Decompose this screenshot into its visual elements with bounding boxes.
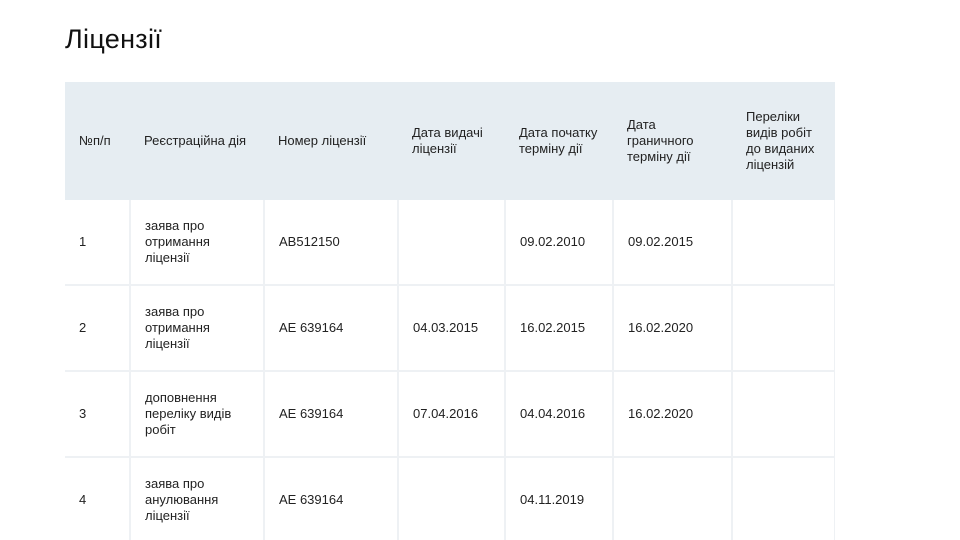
cell-start-date: 04.04.2016 <box>504 371 614 458</box>
cell-license-number: AE 639164 <box>263 371 399 458</box>
cell-license-number: AE 639164 <box>263 457 399 540</box>
page-title: Ліцензії <box>65 24 163 54</box>
cell-issue-date: 07.04.2016 <box>397 371 506 458</box>
header-license-number: Номер ліцензії <box>264 82 398 200</box>
table-row: 2 заява про отримання ліцензії AE 639164… <box>65 285 835 372</box>
cell-start-date: 09.02.2010 <box>504 200 614 286</box>
licenses-table: №п/п Реєстраційна дія Номер ліцензії Дат… <box>65 82 835 540</box>
cell-work-types <box>731 371 835 458</box>
cell-start-date: 16.02.2015 <box>504 285 614 372</box>
licenses-table-container: №п/п Реєстраційна дія Номер ліцензії Дат… <box>65 82 835 540</box>
cell-registration-action: доповнення переліку видів робіт <box>129 371 265 458</box>
cell-work-types <box>731 200 835 286</box>
cell-issue-date: 04.03.2015 <box>397 285 506 372</box>
table-row: 3 доповнення переліку видів робіт AE 639… <box>65 371 835 458</box>
cell-end-date <box>612 457 733 540</box>
cell-number: 1 <box>65 200 131 286</box>
licenses-page: Ліцензії №п/п Реєстраційна дія Номер ліц… <box>0 0 960 540</box>
header-start-date: Дата початку терміну дії <box>505 82 613 200</box>
header-work-types: Переліки видів робіт до виданих ліцензій <box>732 82 835 200</box>
cell-issue-date <box>397 200 506 286</box>
cell-registration-action: заява про отримання ліцензії <box>129 200 265 286</box>
cell-work-types <box>731 457 835 540</box>
cell-issue-date <box>397 457 506 540</box>
cell-registration-action: заява про анулювання ліцензії <box>129 457 265 540</box>
cell-license-number: AB512150 <box>263 200 399 286</box>
table-row: 4 заява про анулювання ліцензії AE 63916… <box>65 457 835 540</box>
table-body: 1 заява про отримання ліцензії AB512150 … <box>65 200 835 540</box>
header-registration-action: Реєстраційна дія <box>130 82 264 200</box>
cell-end-date: 16.02.2020 <box>612 371 733 458</box>
cell-number: 2 <box>65 285 131 372</box>
header-end-date: Дата граничного терміну дії <box>613 82 732 200</box>
header-row: №п/п Реєстраційна дія Номер ліцензії Дат… <box>65 82 835 200</box>
cell-number: 4 <box>65 457 131 540</box>
header-number: №п/п <box>65 82 130 200</box>
cell-number: 3 <box>65 371 131 458</box>
table-header: №п/п Реєстраційна дія Номер ліцензії Дат… <box>65 82 835 200</box>
cell-license-number: AE 639164 <box>263 285 399 372</box>
cell-end-date: 09.02.2015 <box>612 200 733 286</box>
cell-registration-action: заява про отримання ліцензії <box>129 285 265 372</box>
cell-end-date: 16.02.2020 <box>612 285 733 372</box>
cell-work-types <box>731 285 835 372</box>
header-issue-date: Дата видачі ліцензії <box>398 82 505 200</box>
table-row: 1 заява про отримання ліцензії AB512150 … <box>65 200 835 286</box>
cell-start-date: 04.11.2019 <box>504 457 614 540</box>
